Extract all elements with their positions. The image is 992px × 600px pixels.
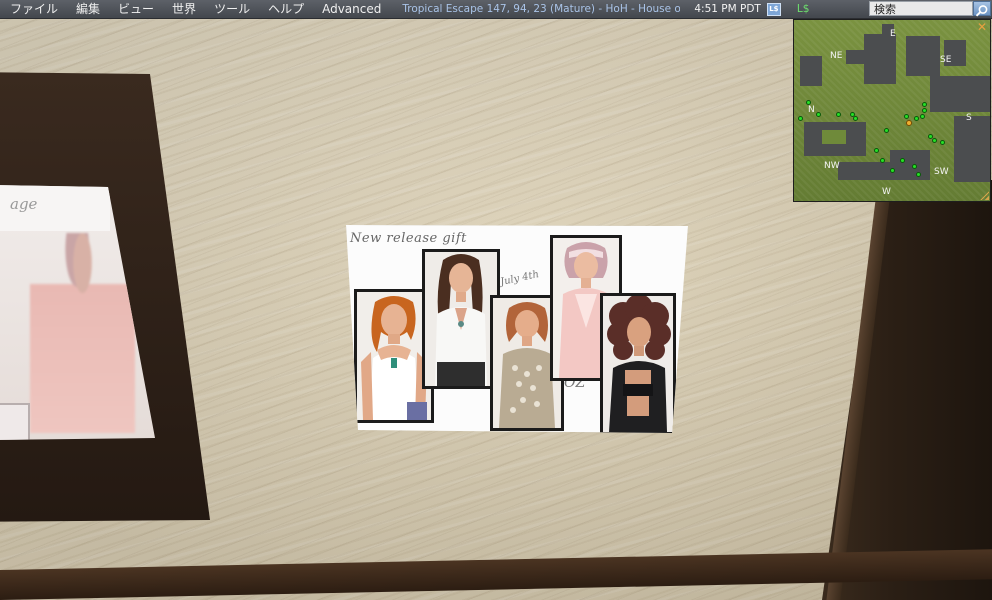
buy-currency-icon[interactable]: L$ [766, 2, 781, 16]
poster-date: July 4th [499, 269, 541, 288]
left-frame-header-text: age [10, 195, 38, 213]
avatar-figure [357, 292, 431, 420]
minimap-building [930, 76, 990, 112]
avatar-figure [603, 296, 673, 432]
left-frame-header: age [0, 185, 110, 231]
minimap-self-marker [906, 120, 912, 126]
minimap-dir-sw: SW [934, 167, 949, 177]
poster-title: New release gift [350, 231, 467, 246]
avatar-figure [425, 252, 497, 386]
minimap-avatar-dot[interactable] [900, 158, 905, 163]
minimap-avatar-dot[interactable] [914, 116, 919, 121]
minimap-building [954, 116, 990, 182]
balance-readout[interactable]: L$ [797, 0, 810, 18]
menu-world[interactable]: 世界 [163, 0, 205, 18]
minimap-avatar-dot[interactable] [836, 112, 841, 117]
minimap-building [864, 34, 896, 84]
poster-photo-2 [422, 249, 500, 389]
minimap-dir-ne: NE [830, 51, 843, 61]
left-frame-figure [30, 233, 135, 433]
menu-tools[interactable]: ツール [205, 0, 259, 18]
minimap[interactable]: E NE SE N S NW SW W ✕ [793, 19, 991, 202]
location-readout[interactable]: Tropical Escape 147, 94, 23 (Mature) - H… [402, 0, 680, 18]
minimap-courtyard [822, 130, 846, 144]
minimap-dir-w: W [882, 187, 891, 197]
menu-view[interactable]: ビュー [109, 0, 163, 18]
minimap-dir-se: SE [940, 55, 952, 65]
minimap-building [838, 162, 894, 180]
minimap-dir-nw: NW [824, 161, 840, 171]
search-button[interactable] [973, 1, 991, 17]
minimap-avatar-dot[interactable] [874, 148, 879, 153]
minimap-avatar-dot[interactable] [912, 164, 917, 169]
minimap-avatar-dot[interactable] [816, 112, 821, 117]
minimap-avatar-dot[interactable] [922, 108, 927, 113]
search-icon [975, 5, 988, 17]
resize-grip-icon[interactable] [980, 191, 989, 200]
minimap-building [800, 56, 822, 86]
minimap-building [906, 36, 940, 76]
menu-advanced[interactable]: Advanced [313, 0, 390, 18]
minimap-avatar-dot[interactable] [916, 172, 921, 177]
minimap-building [890, 150, 930, 180]
minimap-avatar-dot[interactable] [922, 102, 927, 107]
top-menu-bar: ファイル 編集 ビュー 世界 ツール ヘルプ Advanced Tropical… [0, 0, 992, 19]
new-release-poster[interactable]: New release gift July 4th OZ [346, 225, 688, 433]
minimap-avatar-dot[interactable] [940, 140, 945, 145]
clock-readout: 4:51 PM PDT [694, 3, 761, 15]
menu-edit[interactable]: 編集 [67, 0, 109, 18]
minimap-avatar-dot[interactable] [890, 168, 895, 173]
poster-photo-5 [600, 293, 676, 433]
minimap-avatar-dot[interactable] [798, 116, 803, 121]
minimap-avatar-dot[interactable] [932, 138, 937, 143]
menu-help[interactable]: ヘルプ [259, 0, 313, 18]
close-icon[interactable]: ✕ [977, 21, 987, 33]
left-frame-box [0, 403, 30, 440]
minimap-avatar-dot[interactable] [853, 116, 858, 121]
minimap-avatar-dot[interactable] [920, 114, 925, 119]
minimap-dir-s: S [966, 113, 972, 123]
minimap-dir-n: N [808, 105, 815, 115]
minimap-avatar-dot[interactable] [904, 114, 909, 119]
minimap-avatar-dot[interactable] [880, 158, 885, 163]
menu-file[interactable]: ファイル [0, 0, 67, 18]
search-input[interactable]: 検索 [869, 1, 973, 16]
minimap-avatar-dot[interactable] [806, 100, 811, 105]
minimap-avatar-dot[interactable] [884, 128, 889, 133]
minimap-dir-e: E [890, 29, 896, 39]
